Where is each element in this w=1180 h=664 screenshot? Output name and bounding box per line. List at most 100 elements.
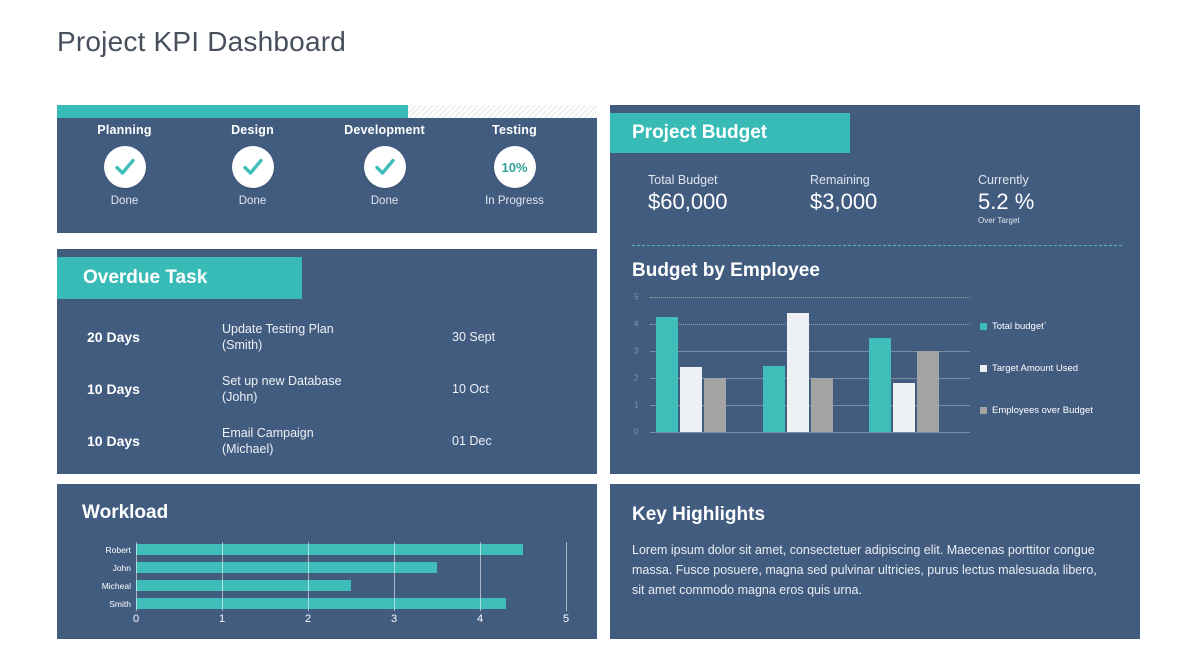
y-axis-tick-label: 3: [634, 346, 639, 356]
bar-employee-2-series-2: [810, 378, 833, 432]
overall-progress-bar: [57, 105, 597, 118]
task-date: 01 Dec: [452, 434, 492, 448]
x-axis-tick-label: 5: [562, 613, 570, 625]
bar-employee-3-series-2: [917, 351, 940, 432]
budget-by-employee-chart: 012345 Total budget` Target Amount Used …: [632, 293, 1122, 449]
stage-name: Development: [344, 123, 425, 137]
key-highlights-title: Key Highlights: [632, 504, 766, 525]
table-row[interactable]: 20 Days Update Testing Plan (Smith) 30 Se…: [57, 311, 597, 363]
legend-swatch-icon: [980, 406, 987, 414]
workload-category-label: Smith: [109, 598, 131, 609]
workload-bar-track: [136, 562, 566, 573]
workload-row: Robert: [77, 542, 577, 557]
task-days: 20 Days: [87, 329, 140, 345]
kpi-remaining: Remaining $3,000: [810, 173, 877, 215]
workload-bar-track: [136, 598, 566, 609]
legend-swatch-icon: [980, 364, 987, 372]
kpi-value: $60,000: [648, 189, 728, 214]
bar-employee-1-series-1: [680, 367, 702, 432]
legend-item[interactable]: Employees over Budget: [980, 389, 1130, 431]
legend-swatch-icon: [980, 322, 987, 330]
stage-card-design[interactable]: Design Done: [185, 123, 320, 207]
bar-employee-1-series-0: [656, 317, 678, 432]
y-axis-tick-label: 1: [634, 400, 639, 410]
task-date: 30 Sept: [452, 330, 496, 344]
workload-panel: Workload Robert John Micheal Smith 0 1 2 3 4 5: [57, 484, 597, 639]
bar-employee-2-series-1: [786, 313, 809, 432]
y-axis-tick-label: 4: [634, 319, 639, 329]
stage-card-planning[interactable]: Planning Done: [57, 123, 192, 207]
x-axis-tick-label: 2: [304, 613, 312, 625]
workload-category-label: Micheal: [101, 580, 131, 591]
check-circle-icon: [103, 146, 146, 188]
gridline: [650, 297, 970, 299]
stage-name: Planning: [97, 123, 152, 137]
y-axis-tick-label: 0: [634, 427, 639, 437]
stage-percent-label: 10%: [501, 159, 528, 175]
legend-item[interactable]: Target Amount Used: [980, 347, 1130, 389]
kpi-sub-label: Over Target: [978, 216, 1020, 225]
table-row[interactable]: 10 Days Email Campaign (Michael) 01 Dec: [57, 415, 597, 467]
y-axis-tick-label: 5: [634, 292, 639, 302]
x-axis-tick-label: 0: [132, 613, 140, 625]
stage-status: Done: [110, 195, 139, 207]
overdue-task-header: Overdue Task: [57, 257, 302, 299]
kpi-currently-over-target: Currently 5.2 % Over Target: [978, 173, 1034, 225]
workload-bar-micheal: [136, 580, 351, 591]
x-axis-tick-label: 1: [218, 613, 226, 625]
project-budget-header: Project Budget: [610, 113, 850, 153]
workload-bar-smith: [136, 598, 506, 609]
stage-status: Done: [370, 195, 399, 207]
legend-label: Employees over Budget: [992, 404, 1093, 416]
workload-category-label: John: [112, 562, 131, 573]
project-stages-panel: Planning Done Design Done Development Do…: [57, 105, 597, 233]
x-axis-tick-label: 4: [476, 613, 484, 625]
overdue-task-panel: Overdue Task 20 Days Update Testing Plan…: [57, 249, 597, 474]
task-days: 10 Days: [87, 433, 140, 449]
task-name: Email Campaign (Michael): [222, 426, 314, 456]
kpi-label: Total Budget: [648, 173, 718, 187]
bar-employee-1-series-2: [704, 378, 726, 432]
overdue-task-list: 20 Days Update Testing Plan (Smith) 30 Se…: [57, 311, 597, 467]
workload-bar-track: [136, 580, 566, 591]
check-circle-icon: [231, 146, 274, 188]
bar-employee-2-series-0: [762, 365, 785, 432]
kpi-value: $3,000: [810, 189, 878, 214]
x-axis-tick-label: 3: [390, 613, 398, 625]
task-date: 10 Oct: [452, 382, 489, 396]
page-title: Project KPI Dashboard: [57, 26, 347, 57]
legend-item[interactable]: Total budget`: [980, 305, 1130, 347]
workload-bar-track: [136, 544, 566, 555]
budget-by-employee-title: Budget by Employee: [632, 260, 820, 281]
task-days: 10 Days: [87, 381, 140, 397]
workload-chart: Robert John Micheal Smith 0 1 2 3 4 5: [77, 542, 577, 625]
legend-label: Total budget`: [992, 320, 1047, 332]
legend-label: Target Amount Used: [992, 362, 1079, 374]
divider: [632, 245, 1122, 246]
stage-card-development[interactable]: Development Done: [317, 123, 452, 207]
workload-bar-rows: Robert John Micheal Smith: [77, 542, 577, 611]
table-row[interactable]: 10 Days Set up new Database (John) 10 Oct: [57, 363, 597, 415]
workload-category-label: Robert: [105, 544, 131, 555]
workload-bar-robert: [136, 544, 523, 555]
key-highlights-body: Lorem ipsum dolor sit amet, consectetuer…: [632, 543, 1097, 597]
stage-name: Testing: [492, 123, 537, 137]
stage-card-testing[interactable]: Testing 10% In Progress: [447, 123, 582, 207]
workload-title: Workload: [82, 502, 169, 523]
task-name: Set up new Database (John): [222, 374, 342, 404]
check-circle-icon: [363, 146, 406, 188]
y-axis-tick-label: 2: [634, 373, 639, 383]
overdue-task-title: Overdue Task: [83, 267, 208, 288]
task-name: Update Testing Plan (Smith): [222, 322, 334, 352]
key-highlights-panel: Key Highlights Lorem ipsum dolor sit ame…: [610, 484, 1140, 639]
kpi-label: Remaining: [810, 173, 870, 187]
overall-progress-fill: [57, 105, 408, 118]
stage-name: Design: [231, 123, 274, 137]
bar-employee-3-series-0: [869, 337, 892, 432]
progress-percent-circle: 10%: [493, 146, 536, 188]
gridline: [650, 432, 970, 433]
workload-row: John: [77, 560, 577, 575]
project-budget-panel: Project Budget Total Budget $60,000 Rema…: [610, 105, 1140, 474]
bar-chart-legend: Total budget` Target Amount Used Employe…: [980, 305, 1130, 431]
workload-x-axis: 0 1 2 3 4 5: [132, 613, 570, 629]
